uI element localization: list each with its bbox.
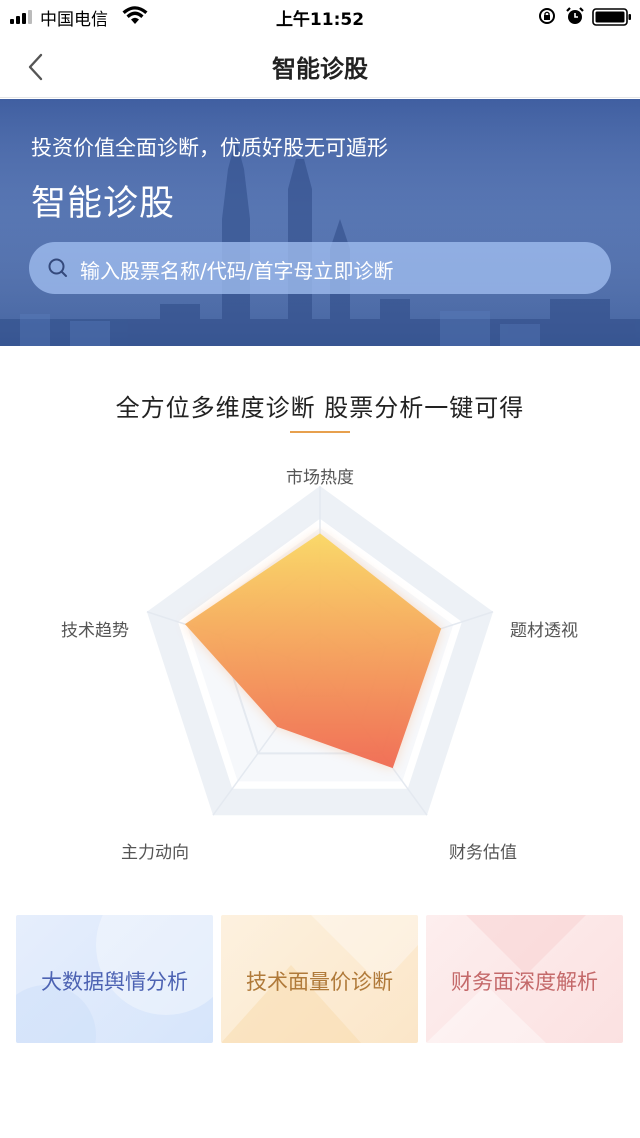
card-label: 大数据舆情分析 [41, 970, 188, 994]
search-icon [48, 258, 67, 277]
status-bar: 中国电信 上午11:52 [0, 0, 640, 34]
card-label: 技术面量价诊断 [246, 970, 393, 994]
card-financial-analysis[interactable]: 财务面深度解析 [426, 915, 623, 1043]
diagnosis-radar-chart: 市场热度 题材透视 财务估值 主力动向 技术趋势 [61, 468, 578, 863]
search-placeholder: 输入股票名称/代码/首字母立即诊断 [80, 259, 394, 283]
banner-title: 智能诊股 [31, 184, 176, 224]
hero-banner: 投资价值全面诊断，优质好股无可遁形 智能诊股 输入股票名称/代码/首字母立即诊断 [0, 99, 640, 346]
card-technical-volume-price[interactable]: 技术面量价诊断 [221, 915, 418, 1043]
radar-axis-label-market-heat: 市场热度 [286, 468, 354, 488]
card-label: 财务面深度解析 [451, 970, 598, 994]
battery-icon [592, 8, 631, 26]
page-title: 智能诊股 [272, 55, 368, 83]
alarm-icon [566, 7, 584, 24]
card-bigdata-sentiment[interactable]: 大数据舆情分析 [16, 915, 213, 1043]
radar-axis-label-main-force: 主力动向 [121, 843, 189, 863]
radar-axis-label-finance: 财务估值 [449, 843, 517, 863]
nav-bar: 智能诊股 [0, 34, 640, 98]
radar-axis-label-theme: 题材透视 [510, 621, 578, 641]
rotation-lock-icon [539, 8, 555, 24]
radar-axis-label-technical: 技术趋势 [61, 621, 129, 641]
banner-slogan: 投资价值全面诊断，优质好股无可遁形 [31, 136, 388, 160]
section-title: 全方位多维度诊断 股票分析一键可得 [115, 394, 525, 422]
stock-search-input[interactable]: 输入股票名称/代码/首字母立即诊断 [29, 242, 611, 294]
section-underline [290, 431, 350, 433]
